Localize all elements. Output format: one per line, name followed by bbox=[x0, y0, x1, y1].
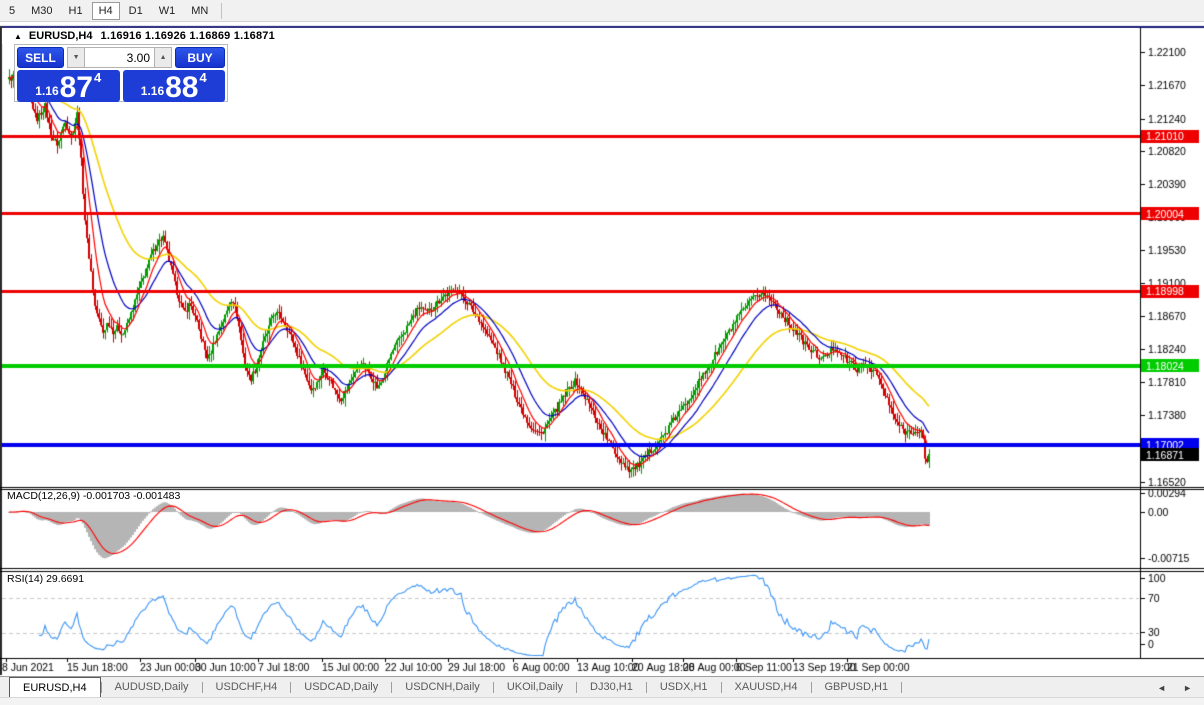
tab-scroll-right-icon[interactable]: ► bbox=[1183, 683, 1192, 693]
ask-price-box[interactable]: 1.16 88 4 bbox=[123, 70, 226, 102]
timeframe-toolbar: 5 M30 H1 H4 D1 W1 MN bbox=[0, 0, 1204, 22]
sell-button[interactable]: SELL bbox=[17, 47, 64, 68]
volume-up-icon[interactable]: ▲ bbox=[154, 47, 172, 68]
tab-audusd-daily[interactable]: AUDUSD,Daily bbox=[102, 677, 202, 697]
tab-usdcad-daily[interactable]: USDCAD,Daily bbox=[291, 677, 391, 697]
symbol-tab-bar: EURUSD,H4 AUDUSD,Daily USDCHF,H4 USDCAD,… bbox=[0, 676, 1204, 697]
tab-separator bbox=[901, 682, 902, 693]
ask-price-sup: 4 bbox=[200, 70, 207, 85]
timeframe-mn[interactable]: MN bbox=[184, 2, 215, 20]
tab-usdcnh-daily[interactable]: USDCNH,Daily bbox=[392, 677, 493, 697]
toolbar-separator bbox=[221, 3, 222, 19]
status-strip bbox=[0, 697, 1204, 705]
tab-gbpusd-h1[interactable]: GBPUSD,H1 bbox=[812, 677, 902, 697]
bid-price-big: 87 bbox=[60, 75, 93, 100]
tab-scroll-left-icon[interactable]: ◄ bbox=[1157, 683, 1166, 693]
rsi-indicator-label: RSI(14) 29.6691 bbox=[7, 573, 84, 585]
timeframe-w1[interactable]: W1 bbox=[152, 2, 183, 20]
tab-usdchf-h4[interactable]: USDCHF,H4 bbox=[203, 677, 291, 697]
tab-scroll-arrows: ◄ ► bbox=[1157, 677, 1192, 698]
timeframe-h4[interactable]: H4 bbox=[92, 2, 120, 20]
collapse-panel-icon[interactable]: ▲ bbox=[14, 32, 22, 41]
tab-xauusd-h4[interactable]: XAUUSD,H4 bbox=[722, 677, 811, 697]
volume-down-icon[interactable]: ▼ bbox=[67, 47, 85, 68]
timeframe-h1[interactable]: H1 bbox=[62, 2, 90, 20]
timeframe-m30[interactable]: M30 bbox=[24, 2, 59, 20]
terminal-window: 5 M30 H1 H4 D1 W1 MN ▲ EURUSD,H4 1.16916… bbox=[0, 0, 1204, 705]
bid-price-box[interactable]: 1.16 87 4 bbox=[17, 70, 120, 102]
volume-stepper: ▼ ▲ bbox=[67, 47, 172, 68]
timeframe-d1[interactable]: D1 bbox=[122, 2, 150, 20]
chart-title-row: ▲ EURUSD,H4 1.16916 1.16926 1.16869 1.16… bbox=[2, 28, 1138, 44]
tab-usdx-h1[interactable]: USDX,H1 bbox=[647, 677, 721, 697]
bid-price-prefix: 1.16 bbox=[35, 84, 58, 98]
timeframe-m5[interactable]: 5 bbox=[2, 2, 22, 20]
ask-price-big: 88 bbox=[165, 75, 198, 100]
ask-price-prefix: 1.16 bbox=[141, 84, 164, 98]
volume-input[interactable] bbox=[85, 47, 154, 68]
tab-eurusd-h4[interactable]: EURUSD,H4 bbox=[9, 677, 101, 697]
tab-ukoil-daily[interactable]: UKOil,Daily bbox=[494, 677, 576, 697]
chart-canvas[interactable] bbox=[0, 0, 1204, 705]
bid-price-sup: 4 bbox=[94, 70, 101, 85]
one-click-trade-panel: SELL ▼ ▲ BUY 1.16 87 4 1.16 88 4 bbox=[14, 44, 228, 102]
macd-indicator-label: MACD(12,26,9) -0.001703 -0.001483 bbox=[7, 490, 180, 502]
chart-symbol-title: EURUSD,H4 bbox=[29, 30, 93, 42]
buy-button[interactable]: BUY bbox=[175, 47, 225, 68]
chart-ohlc-values: 1.16916 1.16926 1.16869 1.16871 bbox=[101, 30, 275, 42]
tab-dj30-h1[interactable]: DJ30,H1 bbox=[577, 677, 646, 697]
